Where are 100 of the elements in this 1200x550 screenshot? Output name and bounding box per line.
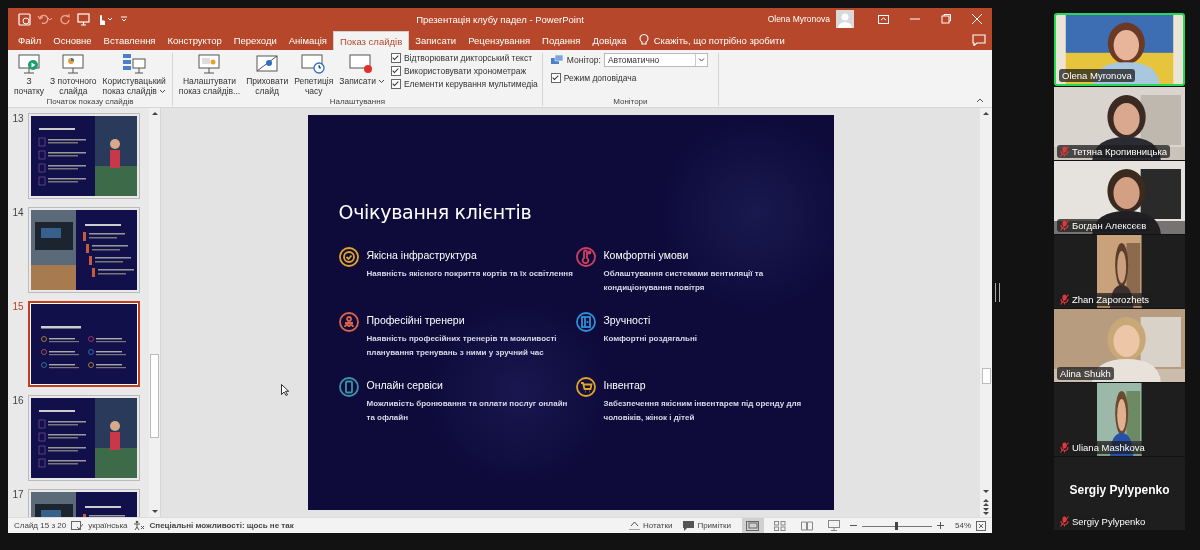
view-button[interactable] <box>742 518 764 533</box>
ribbon-tab[interactable]: Конструктор <box>161 31 228 50</box>
collapse-ribbon-icon[interactable] <box>976 98 984 103</box>
slides-list-icon <box>121 53 148 75</box>
slide-thumbnail[interactable] <box>28 395 140 481</box>
slide-thumbnail[interactable] <box>28 207 140 293</box>
normal-view-icon <box>746 520 760 531</box>
projector-play-icon <box>16 53 43 75</box>
feature-description: Облаштування системами вентиляції та кондиціонування повітря <box>603 268 765 294</box>
ribbon-tab[interactable]: Анімація <box>282 31 333 50</box>
feature-heading: Комфортні умови <box>603 249 690 261</box>
slide-thumbnail[interactable] <box>28 301 140 387</box>
slide-number: 13 <box>11 113 25 124</box>
feature-heading: Інвентар <box>603 379 647 391</box>
ribbon-tab[interactable]: Подання <box>536 31 587 50</box>
zoom-out-icon[interactable] <box>850 522 857 529</box>
feature-description: Забезпечення якісним інвентарем під оренду для чоловіків, жінок і дітей <box>603 398 803 424</box>
feature-description: Комфортні роздягальні <box>603 333 697 345</box>
language-label[interactable]: українська <box>88 521 128 530</box>
projector-settings-icon <box>196 53 223 75</box>
comment-icon <box>683 520 695 531</box>
accessibility-status[interactable]: Спеціальні можливості: щось не так <box>149 521 294 530</box>
spelling-check-icon[interactable] <box>71 520 84 531</box>
participant-name: Sergiy Pylypenko <box>1069 482 1170 497</box>
caret-icon <box>694 54 707 66</box>
slide-number: 14 <box>11 207 25 218</box>
caret-icon <box>120 15 128 23</box>
checkbox[interactable]: Режим доповідача <box>550 73 708 83</box>
checkbox[interactable]: Використовувати хронометраж <box>390 66 538 76</box>
zoom-slider[interactable] <box>862 520 932 531</box>
scrollbar[interactable] <box>149 108 160 517</box>
redo-button[interactable] <box>59 11 71 27</box>
accessibility-icon[interactable] <box>132 520 145 531</box>
feature-heading: Онлайн сервіси <box>366 379 444 391</box>
ribbon-tab[interactable]: Рецензування <box>462 31 537 50</box>
group-label: Монітори <box>612 97 649 106</box>
ribbon-tab[interactable]: Довідка <box>586 31 633 50</box>
slide-hide-icon <box>254 53 281 75</box>
scroll-thumb[interactable] <box>981 368 991 384</box>
fit-to-window-icon[interactable] <box>976 520 986 531</box>
zoom-slider-thumb[interactable] <box>895 521 899 530</box>
restore-icon <box>940 14 951 24</box>
monitor-icon <box>550 54 564 66</box>
reading-view-icon <box>801 520 813 531</box>
slide-number: 17 <box>11 489 25 500</box>
window-title: Презентація клубу падел - PowerPoint <box>416 13 584 25</box>
ribbon-button[interactable]: Налаштувати показ слайдів... <box>176 53 243 96</box>
participant-name: Тетяна Кропивницька <box>1072 146 1168 157</box>
notes-button[interactable]: Нотатки <box>628 521 673 530</box>
group-label: Початок показу слайдів <box>45 97 135 106</box>
tell-me-search[interactable]: Скажіть, що потрібно зробити <box>653 31 785 50</box>
ribbon-tab[interactable]: Показ слайдів <box>332 31 410 50</box>
scroll-thumb[interactable] <box>150 354 159 438</box>
ribbon-button[interactable]: Приховати слайд <box>244 53 291 96</box>
splitter-handle[interactable] <box>995 283 1000 302</box>
monitor-dropdown[interactable]: Автоматично <box>603 53 708 67</box>
ribbon-button[interactable]: Записати <box>337 53 387 96</box>
slideshow-view-icon <box>828 520 840 531</box>
user-name: Olena Myronova <box>767 14 830 24</box>
slideshow-button[interactable] <box>77 11 90 27</box>
ribbon-button[interactable]: З початку <box>12 53 47 96</box>
cursor-icon <box>281 384 289 396</box>
ribbon-tab[interactable]: Вставлення <box>97 31 162 50</box>
comment-icon[interactable] <box>972 34 986 46</box>
feature-description: Наявність професійних тренерів та можливості планування тренувань з ними у зручний час <box>366 333 558 359</box>
ribbon-tab[interactable]: Записати <box>409 31 463 50</box>
participant-name: Olena Myronova <box>1062 70 1132 81</box>
feature-heading: Зручності <box>603 314 652 326</box>
ribbon-tab[interactable]: Файл <box>12 31 48 50</box>
ribbon-tab[interactable]: Переходи <box>227 31 283 50</box>
ribbon-button[interactable]: Користувацький показ слайдів <box>100 53 168 96</box>
slide-title: Очікування клієнтів <box>338 201 533 223</box>
avatar-icon <box>836 10 854 28</box>
stopwatch-icon <box>300 53 327 75</box>
ribbon-tab[interactable]: Основне <box>47 31 98 50</box>
feature-description: Можливість бронювання та оплати послуг онлайн та офлайн <box>366 398 569 424</box>
group-label: Налаштування <box>328 97 386 106</box>
checkbox[interactable]: Елементи керування мультимедіа <box>390 79 538 89</box>
zoom-in-icon[interactable] <box>937 522 944 529</box>
feature-heading: Професійні тренери <box>366 314 466 326</box>
grid-view-icon <box>774 520 786 531</box>
feature-description: Наявність якісного покриття кортів та їх освітлення <box>366 268 573 280</box>
caret-up-icon <box>628 521 640 530</box>
participant-name: Sergiy Pylypenko <box>1072 516 1146 527</box>
projector-icon <box>60 53 87 75</box>
slide-number: 16 <box>11 395 25 406</box>
autosave-button[interactable] <box>18 11 31 27</box>
lightbulb-icon <box>638 33 649 46</box>
slide-number: 15 <box>11 301 25 312</box>
ribbon-button[interactable]: Репетиція часу <box>292 53 336 96</box>
checkbox[interactable]: Відтворювати дикторський текст <box>390 53 538 63</box>
participant-name: Uliana Mashkova <box>1072 442 1145 453</box>
feature-heading: Якісна інфраструктура <box>366 249 478 261</box>
ribbon-button[interactable]: З поточного слайда <box>48 53 99 96</box>
ribbon-display-icon <box>878 14 889 24</box>
close-icon <box>971 14 982 24</box>
zoom-level[interactable]: 54% <box>955 521 971 530</box>
slide-thumbnail[interactable] <box>28 113 140 199</box>
slide-counter: Слайд 15 з 20 <box>14 521 67 530</box>
comments-button[interactable]: Примітки <box>683 520 731 531</box>
